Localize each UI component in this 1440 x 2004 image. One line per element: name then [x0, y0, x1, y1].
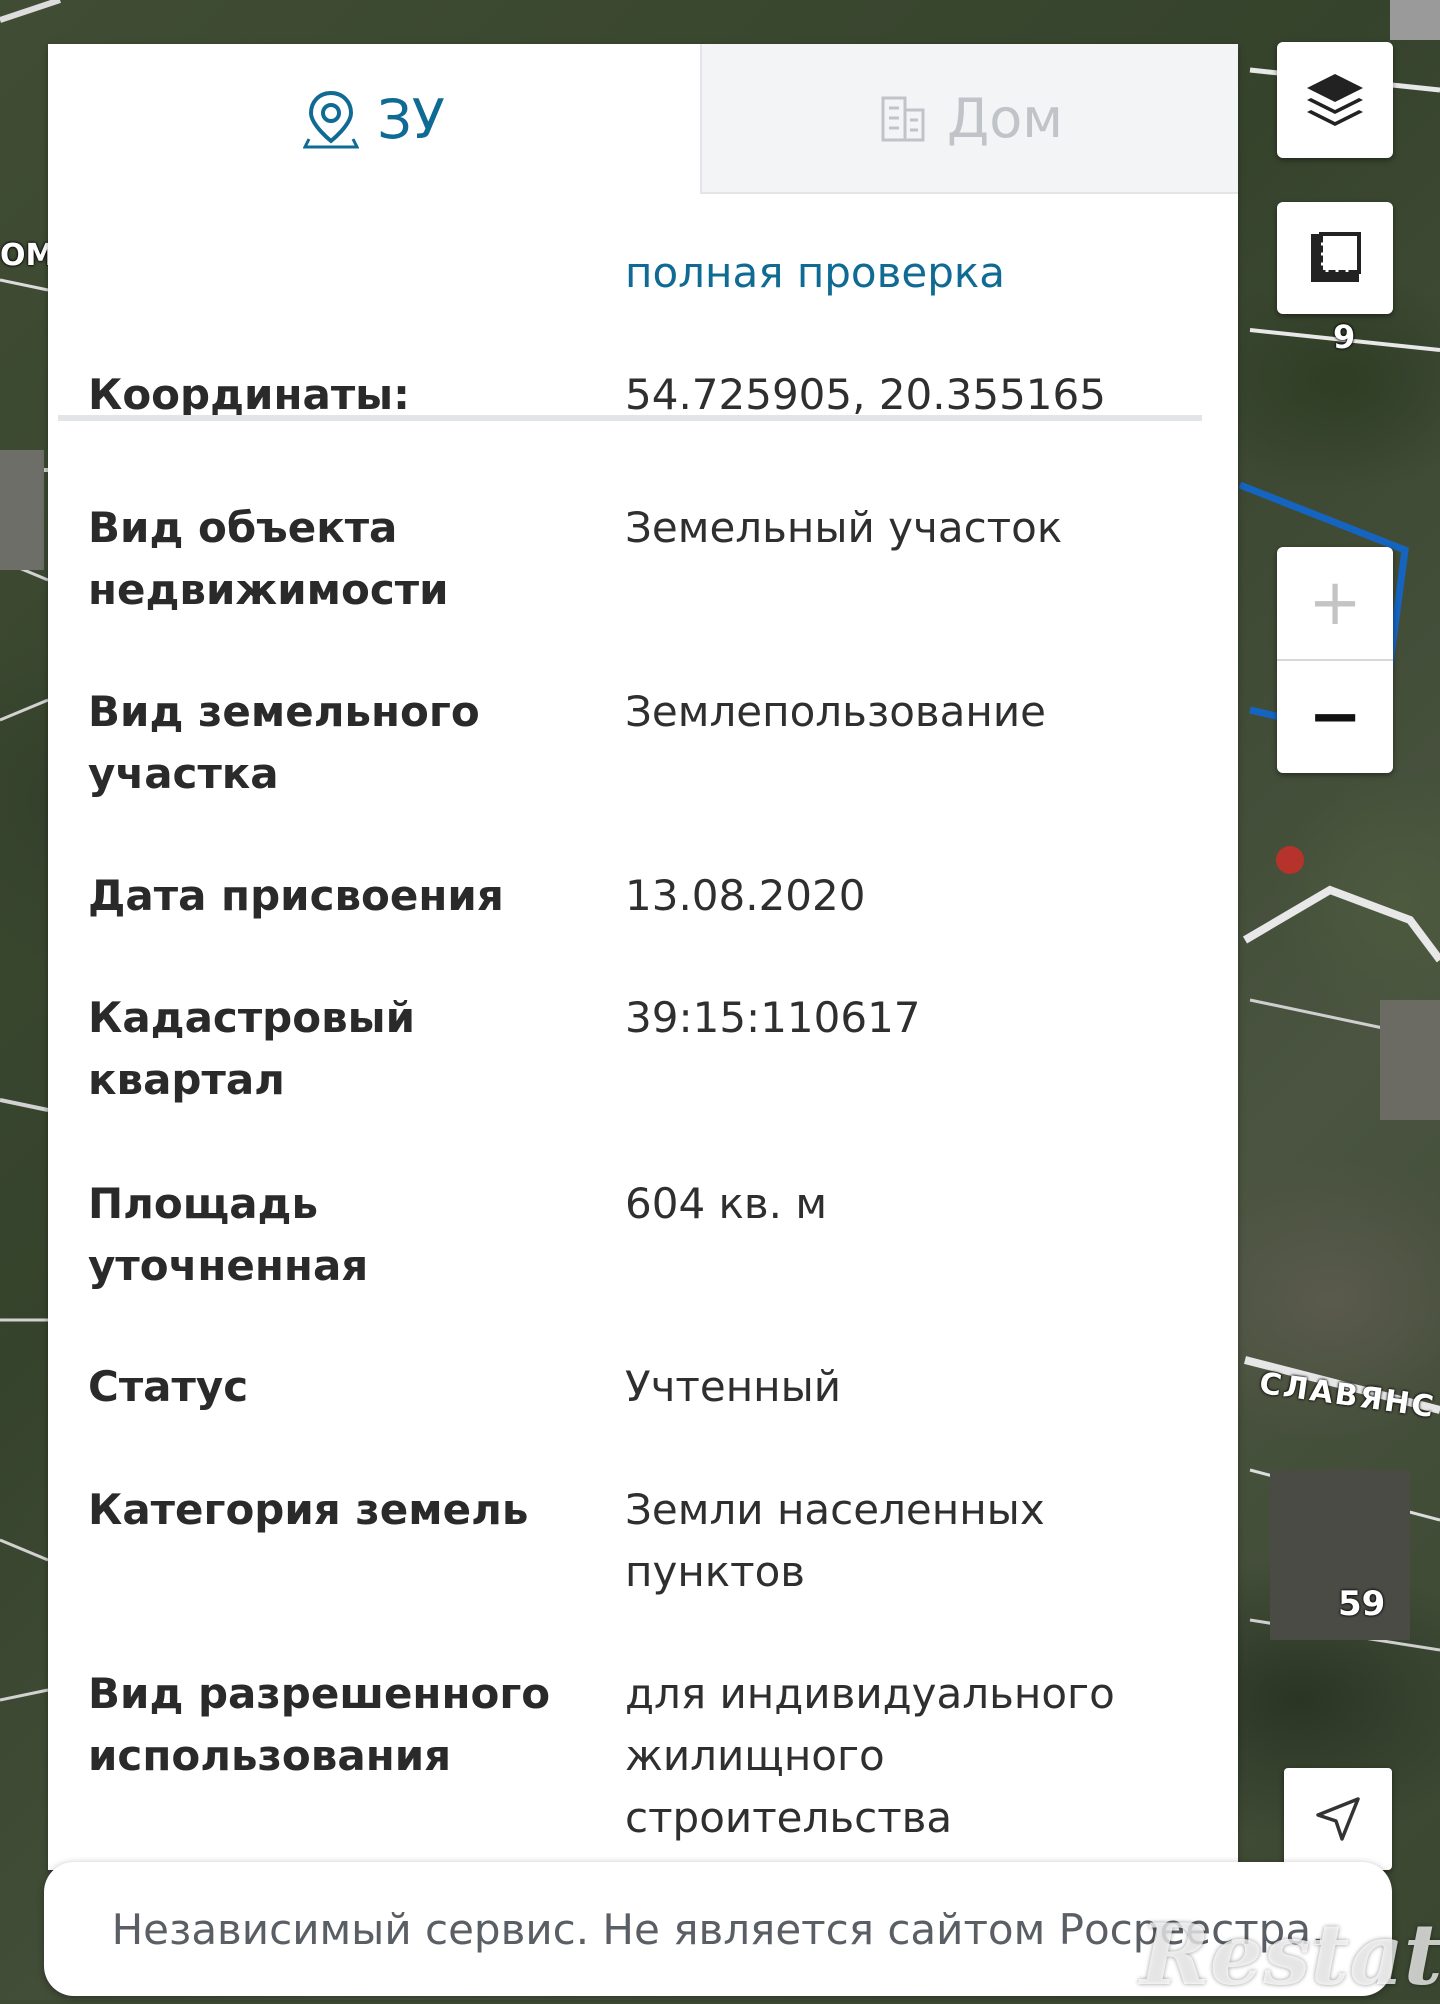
detail-value: 604 кв. м — [625, 1179, 828, 1228]
detail-label: Кадастровый квартал — [88, 993, 416, 1104]
navigation-arrow-icon — [1316, 1797, 1360, 1841]
minus-icon: − — [1308, 680, 1362, 754]
watermark-logo: Restate — [1140, 1905, 1440, 2004]
map-pin-icon — [303, 90, 360, 149]
divider — [58, 415, 1202, 421]
tab-house-label: Дом — [947, 86, 1063, 150]
detail-label: Категория земель — [88, 1485, 529, 1534]
zoom-in-button[interactable]: + — [1277, 547, 1393, 659]
tab-land-plot[interactable]: ЗУ — [48, 44, 700, 194]
detail-value: 39:15:110617 — [625, 993, 921, 1042]
building-icon — [881, 96, 925, 142]
detail-label: Вид объекта недвижимости — [88, 503, 449, 614]
detail-label: Площадь уточненная — [88, 1179, 369, 1290]
detail-label: Вид разрешенного использования — [88, 1669, 551, 1780]
detail-label: Статус — [88, 1362, 249, 1411]
detail-value: для индивидуального жилищного строительс… — [625, 1669, 1115, 1842]
full-check-link[interactable]: полная проверка — [625, 248, 1005, 297]
object-info-panel[interactable]: ЗУ Дом полная проверка Координаты: 54.72… — [48, 44, 1238, 1870]
locate-button[interactable] — [1284, 1768, 1392, 1870]
ruler-icon — [1311, 232, 1361, 282]
detail-value: Учтенный — [625, 1362, 842, 1411]
detail-label: Дата присвоения — [88, 871, 504, 920]
tab-land-plot-label: ЗУ — [377, 87, 445, 151]
tab-bar: ЗУ Дом — [48, 44, 1238, 194]
tab-house[interactable]: Дом — [700, 44, 1238, 194]
layers-button[interactable] — [1277, 42, 1393, 158]
measure-button[interactable] — [1277, 202, 1393, 314]
plus-icon: + — [1308, 566, 1362, 640]
detail-value: 13.08.2020 — [625, 871, 866, 920]
house-number-label: 59 — [1338, 1584, 1386, 1624]
detail-value: Земли населенных пунктов — [625, 1485, 1045, 1596]
house-number-label: 9 — [1333, 318, 1356, 356]
zoom-out-button[interactable]: − — [1277, 661, 1393, 773]
zoom-control: + − — [1277, 547, 1393, 773]
layers-icon — [1307, 74, 1363, 126]
detail-value: Землепользование — [625, 687, 1047, 736]
detail-label: Вид земельного участка — [88, 687, 480, 798]
detail-value: Земельный участок — [625, 503, 1063, 552]
